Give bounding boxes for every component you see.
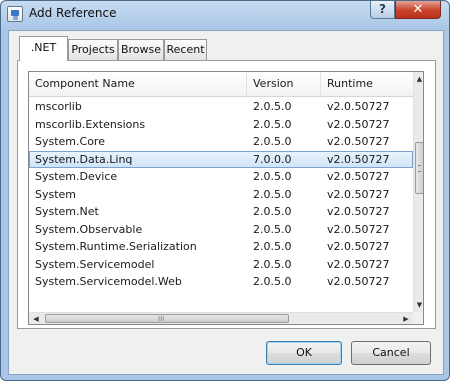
component-runtime: v2.0.50727 (327, 135, 390, 148)
help-button[interactable]: ? (370, 1, 395, 19)
component-runtime: v2.0.50727 (327, 152, 390, 166)
component-runtime: v2.0.50727 (327, 170, 390, 183)
tab-panel: Component Name Version Runtime mscorlib … (17, 60, 436, 329)
column-header-runtime[interactable]: Runtime (321, 72, 413, 97)
horizontal-scrollbar[interactable]: ◀ III ▶ (29, 312, 413, 324)
component-runtime: v2.0.50727 (327, 205, 390, 218)
scrollbar-corner (413, 312, 423, 324)
list-item[interactable]: System.Observable 2.0.5.0 v2.0.50727 (29, 221, 413, 239)
vertical-scroll-thumb[interactable] (415, 142, 423, 194)
component-version: 2.0.5.0 (253, 205, 292, 218)
list-header: Component Name Version Runtime (29, 72, 413, 97)
component-runtime: v2.0.50727 (327, 100, 390, 113)
list-item[interactable]: System 2.0.5.0 v2.0.50727 (29, 186, 413, 204)
scroll-right-icon[interactable]: ▶ (399, 313, 413, 324)
component-list[interactable]: Component Name Version Runtime mscorlib … (28, 71, 424, 325)
list-item[interactable]: mscorlib.Extensions 2.0.5.0 v2.0.50727 (29, 116, 413, 134)
column-header-component-name[interactable]: Component Name (29, 72, 247, 97)
tab-recent[interactable]: Recent (164, 39, 207, 60)
scroll-up-icon[interactable]: ▲ (414, 72, 423, 86)
scroll-grip-icon: III (158, 315, 165, 323)
dialog-body: .NET Projects Browse Recent Component Na… (8, 30, 444, 375)
component-name: System.Net (35, 205, 99, 218)
scroll-down-icon[interactable]: ▼ (414, 298, 423, 312)
component-version: 2.0.5.0 (253, 257, 292, 271)
list-item[interactable]: System.Core 2.0.5.0 v2.0.50727 (29, 133, 413, 151)
column-header-version[interactable]: Version (247, 72, 321, 97)
component-version: 2.0.5.0 (253, 275, 292, 288)
cancel-button[interactable]: Cancel (351, 341, 431, 365)
component-runtime: v2.0.50727 (327, 275, 390, 288)
component-version: 2.0.5.0 (253, 117, 292, 131)
list-item-selected[interactable]: System.Data.Linq 7.0.0.0 v2.0.50727 (29, 150, 413, 168)
scroll-left-icon[interactable]: ◀ (29, 313, 43, 324)
add-reference-dialog: Add Reference ? ✕ .NET Projects Browse R… (0, 0, 450, 381)
add-reference-icon (7, 6, 23, 22)
list-item[interactable]: mscorlib 2.0.5.0 v2.0.50727 (29, 98, 413, 116)
ok-button[interactable]: OK (266, 341, 342, 365)
component-name: System.Servicemodel.Web (35, 275, 182, 288)
component-version: 2.0.5.0 (253, 100, 292, 113)
component-version: 2.0.5.0 (253, 187, 292, 201)
component-name: System.Runtime.Serialization (35, 240, 197, 253)
component-runtime: v2.0.50727 (327, 257, 390, 271)
list-item[interactable]: System.Servicemodel.Web 2.0.5.0 v2.0.507… (29, 273, 413, 291)
list-rows: mscorlib 2.0.5.0 v2.0.50727 mscorlib.Ext… (29, 98, 413, 291)
component-version: 2.0.5.0 (253, 222, 292, 236)
tab-browse[interactable]: Browse (118, 39, 164, 60)
component-version: 2.0.5.0 (253, 240, 292, 253)
component-name: System.Core (35, 135, 105, 148)
close-button[interactable]: ✕ (395, 1, 441, 19)
list-item[interactable]: System.Servicemodel 2.0.5.0 v2.0.50727 (29, 256, 413, 274)
component-runtime: v2.0.50727 (327, 222, 390, 236)
component-runtime: v2.0.50727 (327, 240, 390, 253)
component-name: System.Data.Linq (35, 152, 133, 166)
vertical-scrollbar[interactable]: ▲ ▼ (413, 72, 423, 312)
tab-dotnet[interactable]: .NET (19, 36, 68, 61)
list-item[interactable]: System.Runtime.Serialization 2.0.5.0 v2.… (29, 238, 413, 256)
list-item[interactable]: System.Device 2.0.5.0 v2.0.50727 (29, 168, 413, 186)
component-name: System.Observable (35, 222, 143, 236)
title-bar[interactable]: Add Reference ? ✕ (1, 1, 449, 27)
tab-projects[interactable]: Projects (68, 39, 118, 60)
dialog-title: Add Reference (29, 6, 117, 20)
component-name: System.Servicemodel (35, 257, 155, 271)
component-version: 7.0.0.0 (253, 152, 292, 166)
list-item[interactable]: System.Net 2.0.5.0 v2.0.50727 (29, 203, 413, 221)
component-name: System.Device (35, 170, 118, 183)
component-name: System (35, 187, 77, 201)
component-runtime: v2.0.50727 (327, 187, 390, 201)
component-version: 2.0.5.0 (253, 170, 292, 183)
component-name: mscorlib (35, 100, 82, 113)
component-runtime: v2.0.50727 (327, 117, 390, 131)
horizontal-scroll-thumb[interactable]: III (45, 314, 289, 323)
component-name: mscorlib.Extensions (35, 117, 146, 131)
component-version: 2.0.5.0 (253, 135, 292, 148)
